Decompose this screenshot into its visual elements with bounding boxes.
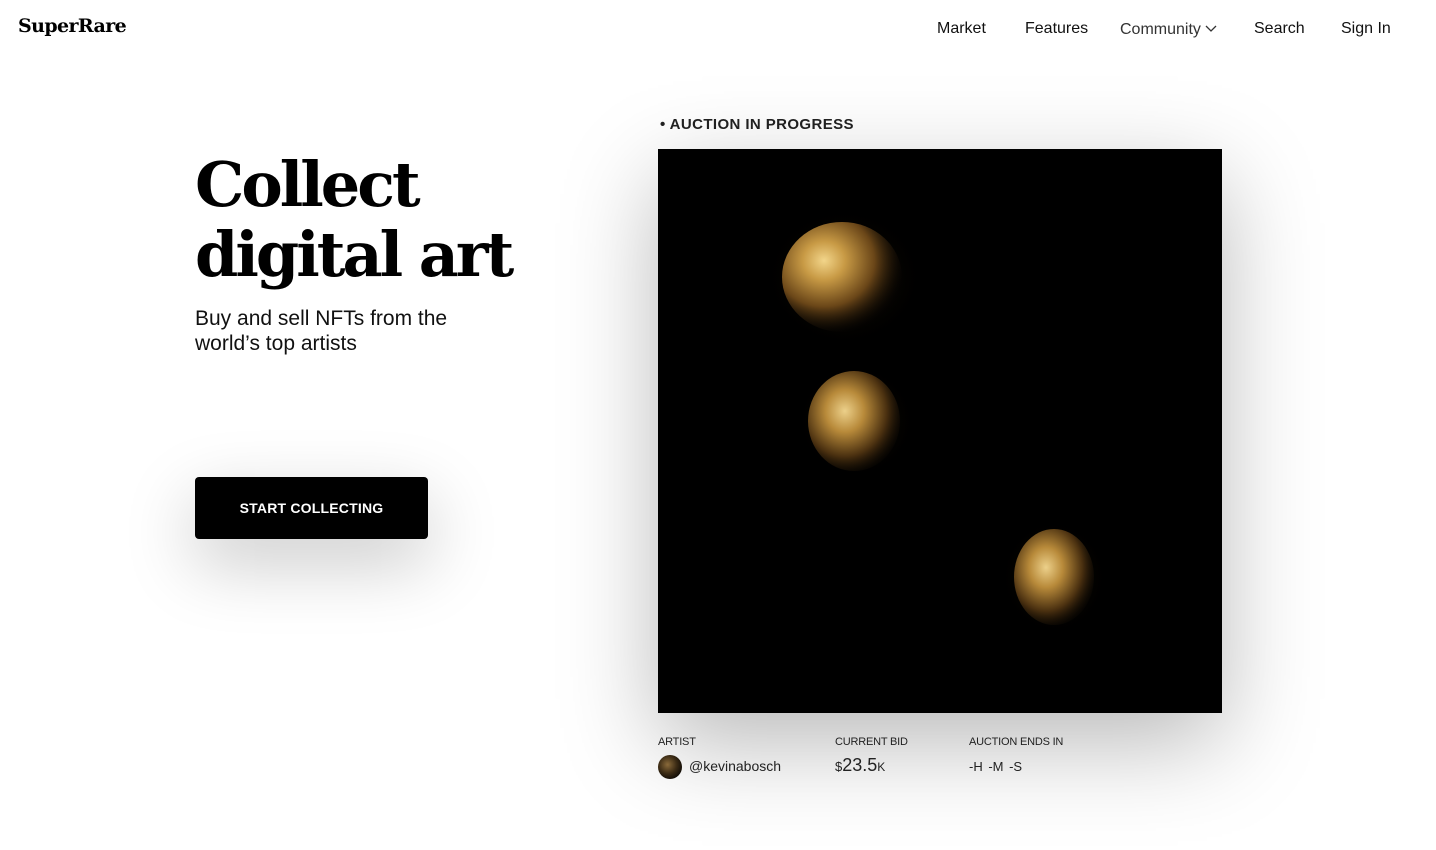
nav-market[interactable]: Market <box>937 19 986 39</box>
site-header: SuperRare Market Features Community Sear… <box>0 0 1436 58</box>
artwork-image <box>658 149 1222 713</box>
nav-features[interactable]: Features <box>1025 19 1088 39</box>
auction-ends-label: AUCTION ENDS IN <box>969 736 1064 748</box>
auction-countdown: -H -M -S <box>969 759 1023 774</box>
artist-handle: @kevinabosch <box>689 758 782 774</box>
nav-sign-in[interactable]: Sign In <box>1341 19 1391 39</box>
bid-amount: 23.5 <box>842 755 878 775</box>
avatar <box>658 755 682 779</box>
artist-label: ARTIST <box>658 736 696 748</box>
hero-title-line-1: Collect <box>195 148 421 221</box>
auction-status: • AUCTION IN PROGRESS <box>660 116 854 133</box>
current-bid-value: $23.5K <box>835 755 885 776</box>
start-collecting-button[interactable]: START COLLECTING <box>195 477 428 539</box>
hero-subtitle: Buy and sell NFTs from the world’s top a… <box>195 307 448 355</box>
hero-title: Collect digital art <box>195 150 555 290</box>
bid-unit: K <box>877 760 886 774</box>
current-bid-label: CURRENT BID <box>835 736 908 748</box>
featured-artwork[interactable] <box>658 149 1222 713</box>
main-nav: Market Features Community Search Sign In <box>0 19 1436 41</box>
hero-title-line-2: digital art <box>195 218 514 291</box>
nav-community-label: Community <box>1120 21 1201 38</box>
nav-community[interactable]: Community <box>1120 19 1217 40</box>
nav-search[interactable]: Search <box>1254 19 1305 39</box>
chevron-down-icon <box>1205 19 1217 39</box>
